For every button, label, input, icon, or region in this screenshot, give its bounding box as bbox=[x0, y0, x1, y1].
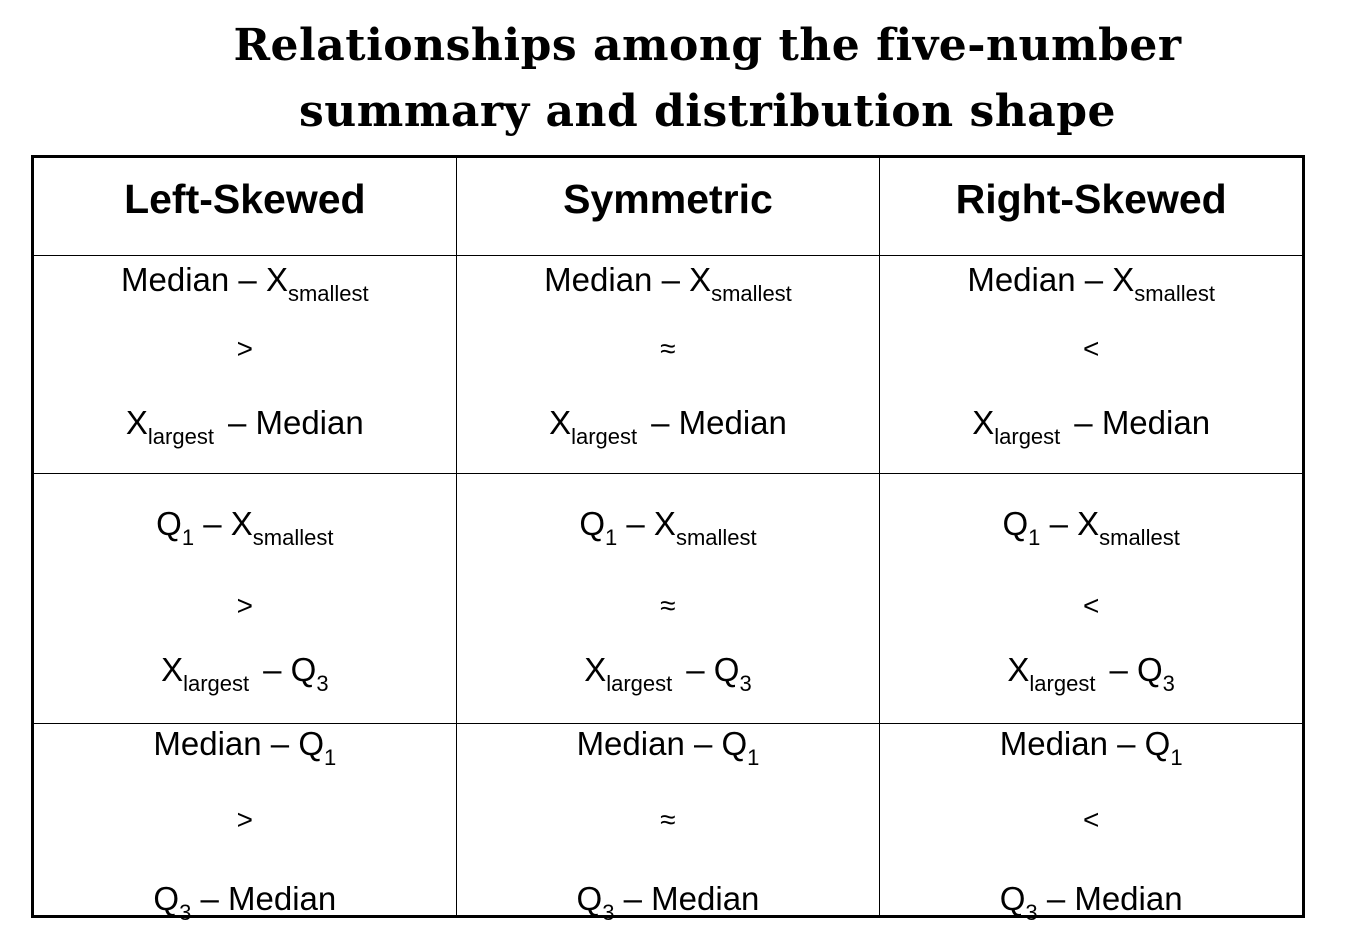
cell-right-skewed-quartiles: Median – Q1 < Q3 – Median bbox=[879, 723, 1304, 925]
expr-bottom: Xlargest – Q3 bbox=[1007, 651, 1175, 696]
operator-approx: ≈ bbox=[660, 804, 676, 835]
cell-symmetric-quartiles: Median – Q1 ≈ Q3 – Median bbox=[455, 723, 881, 925]
expr-top: Q1 – Xsmallest bbox=[579, 505, 757, 550]
operator-greater: > bbox=[236, 804, 253, 835]
cell-symmetric-median: Median – Xsmallest ≈ Xlargest – Median bbox=[455, 255, 881, 474]
cell-symmetric-quartile-extremes: Q1 – Xsmallest ≈ Xlargest – Q3 bbox=[455, 473, 881, 724]
operator-approx: ≈ bbox=[660, 590, 676, 621]
operator-less: < bbox=[1082, 590, 1100, 621]
expr-top: Median – Xsmallest bbox=[967, 261, 1215, 306]
expr-top: Median – Xsmallest bbox=[544, 261, 792, 306]
expr-top: Median – Q1 bbox=[576, 725, 760, 770]
operator-greater: > bbox=[236, 333, 253, 364]
operator-less: < bbox=[1082, 333, 1100, 364]
cell-left-skewed-quartile-extremes: Q1 – Xsmallest > Xlargest – Q3 bbox=[32, 473, 457, 724]
expr-bottom: Q3 – Median bbox=[576, 880, 760, 925]
header-row: Left-Skewed Symmetric Right-Skewed bbox=[32, 156, 1304, 256]
cell-right-skewed-median: Median – Xsmallest < Xlargest – Median bbox=[879, 255, 1304, 474]
five-number-summary-table: Left-Skewed Symmetric Right-Skewed Media… bbox=[31, 155, 1305, 925]
table-row: Median – Xsmallest > Xlargest – Median Me… bbox=[32, 255, 1304, 474]
expr-top: Q1 – Xsmallest bbox=[1002, 505, 1180, 550]
expr-bottom: Xlargest – Median bbox=[125, 404, 364, 449]
page-title-line-2: summary and distribution shape bbox=[299, 86, 1116, 137]
expr-top: Median – Q1 bbox=[999, 725, 1183, 770]
page-title-line-1: Relationships among the five-number bbox=[233, 20, 1182, 71]
header-left-skewed: Left-Skewed bbox=[32, 156, 457, 256]
table-row: Q1 – Xsmallest > Xlargest – Q3 Q1 – Xsmal… bbox=[32, 473, 1304, 724]
expr-bottom: Xlargest – Q3 bbox=[584, 651, 752, 696]
expr-bottom: Q3 – Median bbox=[153, 880, 337, 925]
operator-less: < bbox=[1082, 804, 1100, 835]
cell-right-skewed-quartile-extremes: Q1 – Xsmallest < Xlargest – Q3 bbox=[879, 473, 1304, 724]
expr-bottom: Q3 – Median bbox=[999, 880, 1183, 925]
expr-top: Median – Q1 bbox=[153, 725, 337, 770]
cell-left-skewed-quartiles: Median – Q1 > Q3 – Median bbox=[32, 723, 457, 925]
expr-bottom: Xlargest – Median bbox=[972, 404, 1211, 449]
header-right-skewed: Right-Skewed bbox=[879, 156, 1304, 256]
header-symmetric: Symmetric bbox=[455, 156, 881, 256]
operator-greater: > bbox=[236, 590, 253, 621]
expr-top: Median – Xsmallest bbox=[121, 261, 369, 306]
expr-bottom: Xlargest – Median bbox=[549, 404, 787, 449]
table-row: Median – Q1 > Q3 – Median Median – Q1 ≈ … bbox=[32, 723, 1304, 925]
expr-bottom: Xlargest – Q3 bbox=[161, 651, 329, 696]
expr-top: Q1 – Xsmallest bbox=[156, 505, 334, 550]
cell-left-skewed-median: Median – Xsmallest > Xlargest – Median bbox=[32, 255, 457, 474]
operator-approx: ≈ bbox=[660, 333, 676, 364]
